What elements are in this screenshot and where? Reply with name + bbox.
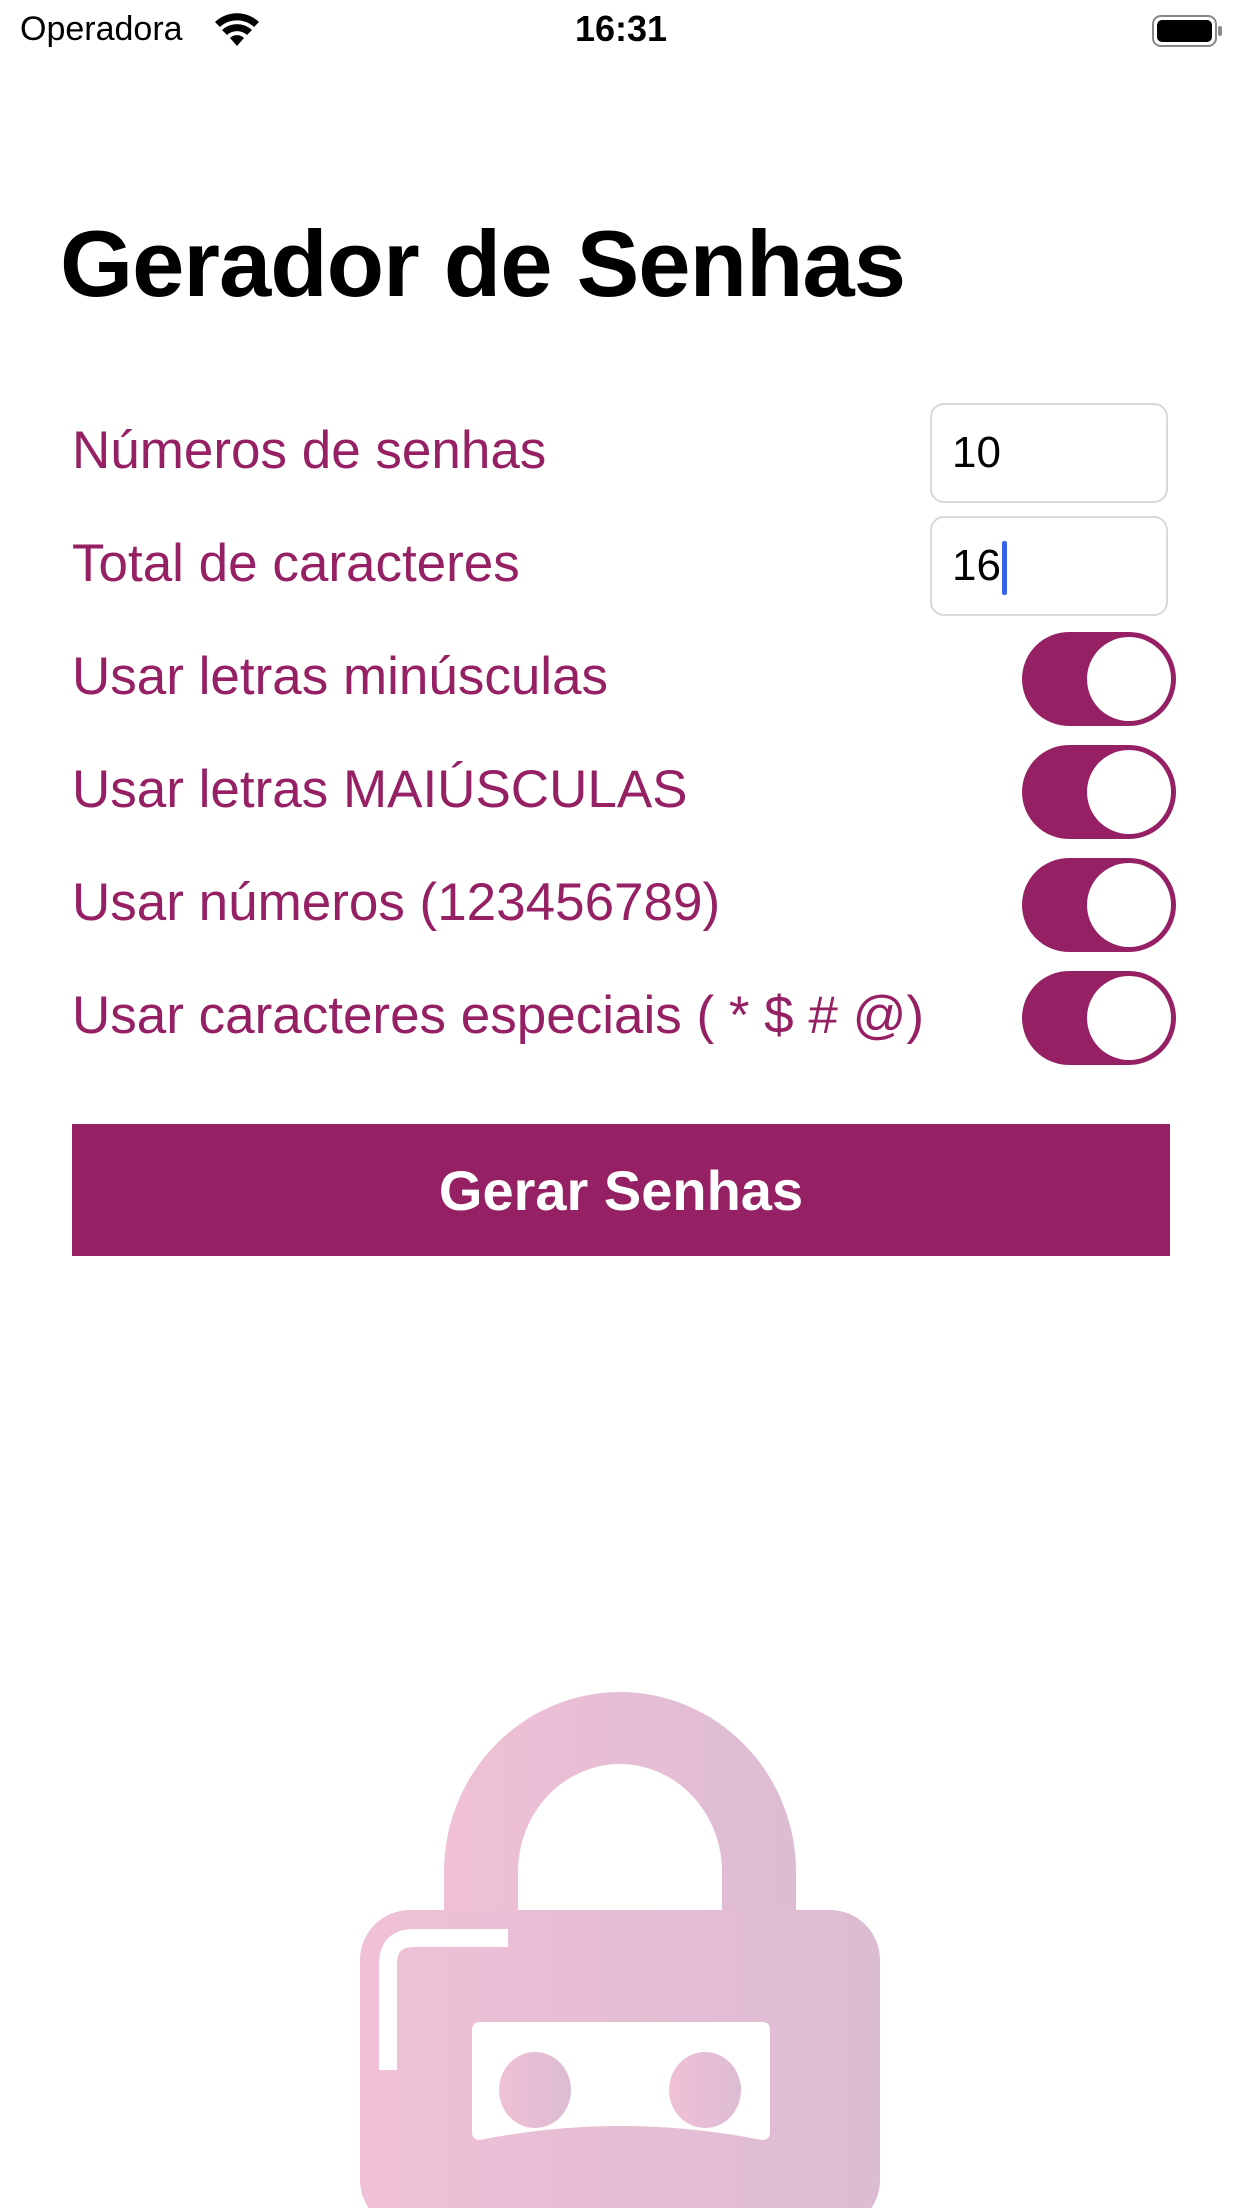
num-passwords-input[interactable]: 10 <box>930 403 1168 503</box>
status-bar: Operadora 16:31 <box>0 0 1242 62</box>
toggle-numbers-switch[interactable] <box>1022 858 1176 952</box>
status-time: 16:31 <box>574 8 668 49</box>
toggle-special-switch[interactable] <box>1022 971 1176 1065</box>
battery-icon <box>1152 15 1222 47</box>
padlock-icon <box>360 1692 880 2208</box>
toggle-special-label: Usar caracteres especiais ( * $ # @) <box>72 986 925 1045</box>
num-passwords-value: 10 <box>952 428 1001 477</box>
total-chars-input[interactable]: 16 <box>930 516 1168 616</box>
text-cursor <box>1001 541 1007 596</box>
total-chars-label: Total de caracteres <box>72 534 520 593</box>
page-title: Gerador de Senhas <box>60 211 906 316</box>
toggle-lowercase-label: Usar letras minúsculas <box>72 647 609 706</box>
num-passwords-label: Números de senhas <box>72 421 547 480</box>
switch-knob <box>1087 750 1171 834</box>
toggle-uppercase-label: Usar letras MAIÚSCULAS <box>72 760 688 819</box>
switch-knob <box>1087 976 1171 1060</box>
switch-knob <box>1087 863 1171 947</box>
total-chars-value: 16 <box>952 541 1001 590</box>
generate-passwords-button[interactable]: Gerar Senhas <box>72 1124 1170 1256</box>
toggle-numbers-label: Usar números (123456789) <box>72 873 721 932</box>
toggle-uppercase-switch[interactable] <box>1022 745 1176 839</box>
toggle-lowercase-switch[interactable] <box>1022 632 1176 726</box>
switch-knob <box>1087 637 1171 721</box>
